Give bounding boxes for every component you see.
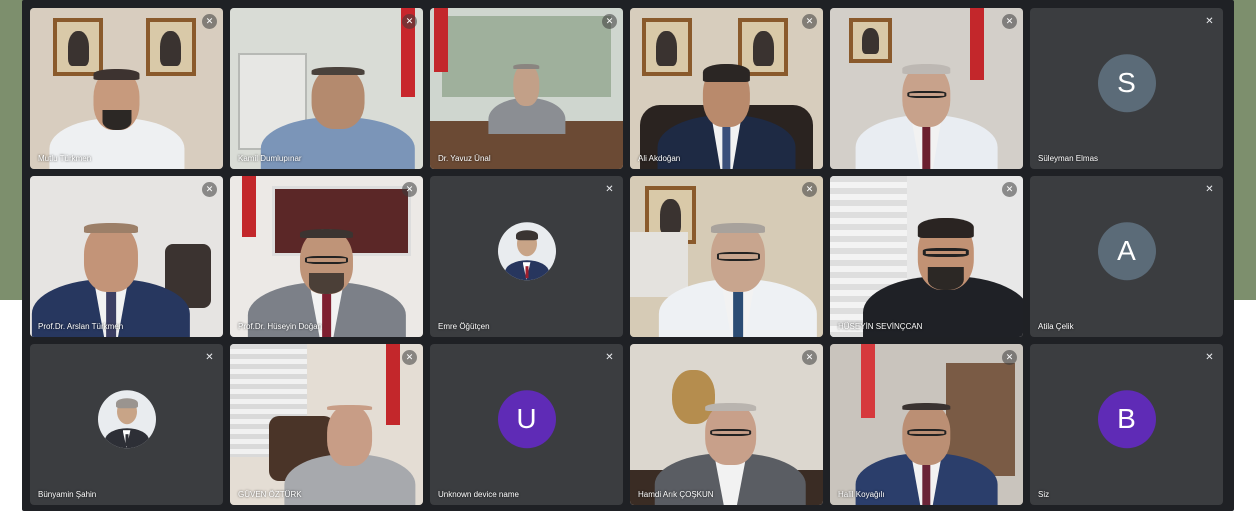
participant-name: Prof.Dr. Hüseyin Doğan: [238, 322, 323, 331]
video-feed: [230, 8, 423, 169]
participant-tile[interactable]: ✕ Hamdi Arık ÇOŞKUN: [630, 344, 823, 505]
participant-tile[interactable]: ✕ Prof.Dr. Hüseyin Doğan: [230, 176, 423, 337]
participant-name: Süleyman Elmas: [1038, 154, 1099, 163]
participant-name: Dr. Yavuz Ünal: [438, 154, 491, 163]
mic-off-icon: ✕: [402, 14, 417, 29]
mic-off-icon: ✕: [605, 352, 614, 363]
mic-off-icon: ✕: [205, 352, 214, 363]
participant-name: Halil Koyağılı: [838, 490, 885, 499]
mic-off-icon: ✕: [1002, 350, 1017, 365]
mic-off-icon: ✕: [1002, 14, 1017, 29]
participant-name: Mutlu Türkmen: [38, 154, 92, 163]
participant-grid: ✕ Mutlu Türkmen ✕ Kamil Dumlupınar ✕ Dr.…: [30, 8, 1223, 505]
participant-tile[interactable]: ✕ Emre Öğütçen: [430, 176, 623, 337]
flag: [433, 8, 448, 73]
mic-off-icon: ✕: [202, 182, 217, 197]
participant-name: Emre Öğütçen: [438, 322, 490, 331]
participant-name: Ali Akdoğan: [638, 154, 681, 163]
participant-tile[interactable]: B ✕ Siz: [1030, 344, 1223, 505]
participant-tile[interactable]: ✕ Bünyamin Şahin: [30, 344, 223, 505]
participant-name: Atila Çelik: [1038, 322, 1074, 331]
mic-off-icon: ✕: [1205, 352, 1214, 363]
participant-tile[interactable]: ✕: [830, 8, 1023, 169]
participant-tile[interactable]: S ✕ Süleyman Elmas: [1030, 8, 1223, 169]
mic-off-icon: ✕: [202, 14, 217, 29]
mic-off-icon: ✕: [402, 350, 417, 365]
participant-tile[interactable]: U ✕ Unknown device name: [430, 344, 623, 505]
video-meeting-window: ✕ Mutlu Türkmen ✕ Kamil Dumlupınar ✕ Dr.…: [22, 0, 1234, 511]
avatar: B: [1097, 389, 1156, 448]
participant-name: Unknown device name: [438, 490, 519, 499]
participant-tile[interactable]: ✕ Mutlu Türkmen: [30, 8, 223, 169]
video-feed: [630, 8, 823, 169]
video-feed: [230, 344, 423, 505]
mic-off-icon: ✕: [1205, 184, 1214, 195]
participant-name: GÜVEN ÖZTÜRK: [238, 490, 302, 499]
avatar: [497, 221, 556, 280]
video-feed: [430, 8, 623, 169]
mic-off-icon: ✕: [1205, 16, 1214, 27]
mic-off-icon: ✕: [402, 182, 417, 197]
video-feed: [230, 176, 423, 337]
mic-off-icon: ✕: [802, 14, 817, 29]
participant-tile[interactable]: ✕ Kamil Dumlupınar: [230, 8, 423, 169]
avatar: U: [497, 389, 556, 448]
video-feed: [830, 344, 1023, 505]
video-feed: [30, 176, 223, 337]
video-feed: [30, 8, 223, 169]
mic-off-icon: ✕: [602, 14, 617, 29]
participant-tile[interactable]: ✕ Halil Koyağılı: [830, 344, 1023, 505]
avatar: A: [1097, 221, 1156, 280]
participant-name: Bünyamin Şahin: [38, 490, 97, 499]
participant-tile[interactable]: ✕ Ali Akdoğan: [630, 8, 823, 169]
participant-tile[interactable]: ✕ HÜSEYİN SEVİNÇCAN: [830, 176, 1023, 337]
mic-off-icon: ✕: [802, 182, 817, 197]
mic-off-icon: ✕: [802, 350, 817, 365]
participant-tile[interactable]: ✕ Prof.Dr. Arslan Türkmen: [30, 176, 223, 337]
mic-off-icon: ✕: [605, 184, 614, 195]
avatar: [97, 389, 156, 448]
participant-name: HÜSEYİN SEVİNÇCAN: [838, 322, 923, 331]
participant-name: Hamdi Arık ÇOŞKUN: [638, 490, 714, 499]
participant-tile[interactable]: ✕: [630, 176, 823, 337]
video-feed: [830, 176, 1023, 337]
participant-name: Siz: [1038, 490, 1050, 499]
video-feed: [630, 344, 823, 505]
participant-name: Prof.Dr. Arslan Türkmen: [38, 322, 124, 331]
video-feed: [630, 176, 823, 337]
participant-tile[interactable]: ✕ Dr. Yavuz Ünal: [430, 8, 623, 169]
participant-name: Kamil Dumlupınar: [238, 154, 302, 163]
participant-tile[interactable]: A ✕ Atila Çelik: [1030, 176, 1223, 337]
avatar: S: [1097, 53, 1156, 112]
participant-tile[interactable]: ✕ GÜVEN ÖZTÜRK: [230, 344, 423, 505]
video-feed: [830, 8, 1023, 169]
mic-off-icon: ✕: [1002, 182, 1017, 197]
